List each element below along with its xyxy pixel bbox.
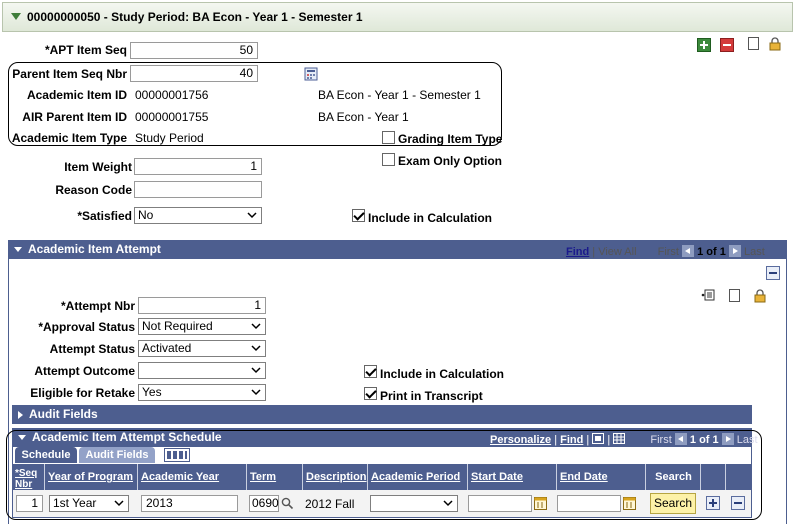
collapse-icon[interactable] — [11, 13, 21, 20]
exam-only-option-checkbox[interactable] — [382, 153, 395, 166]
chevron-down-icon — [251, 367, 261, 374]
eligible-retake-select[interactable]: Yes — [138, 384, 266, 401]
attempt-section-title: Academic Item Attempt — [28, 242, 161, 256]
eligible-retake-value: Yes — [142, 385, 162, 399]
print-in-transcript-checkbox[interactable] — [364, 387, 377, 400]
expand-triangle-icon — [18, 410, 23, 419]
lock-icon[interactable] — [753, 289, 767, 303]
chevron-down-icon — [247, 212, 257, 219]
attempt-nbr-label: *Attempt Nbr — [61, 299, 135, 313]
related-content-icon[interactable] — [701, 288, 715, 302]
print-in-transcript-label: Print in Transcript — [380, 389, 483, 403]
satisfied-label: *Satisfied — [77, 209, 132, 223]
collapse-triangle-icon — [14, 247, 22, 253]
notepad-icon[interactable] — [729, 289, 740, 302]
lock-icon[interactable] — [768, 37, 782, 51]
approval-status-value: Not Required — [142, 319, 213, 333]
eligible-retake-label: Eligible for Retake — [30, 386, 135, 400]
satisfied-select[interactable]: No — [134, 207, 262, 224]
highlight-box-schedule — [6, 430, 762, 520]
reason-code-input[interactable] — [134, 181, 262, 198]
attempt-last-label: Last — [743, 246, 765, 258]
audit-fields-title: Audit Fields — [29, 407, 98, 421]
item-weight-input[interactable]: 1 — [134, 158, 262, 175]
notepad-icon[interactable] — [748, 37, 759, 50]
exam-only-option-label: Exam Only Option — [398, 154, 503, 168]
chevron-down-icon — [251, 323, 261, 330]
attempt-find-link[interactable]: Find — [566, 246, 589, 258]
collapse-section-icon[interactable] — [766, 266, 780, 280]
include-in-calculation-label: Include in Calculation — [368, 211, 493, 225]
apt-item-seq-label: *APT Item Seq — [44, 43, 127, 57]
attempt-include-in-calculation-checkbox[interactable] — [364, 365, 377, 378]
audit-fields-header[interactable]: Audit Fields — [12, 405, 752, 424]
satisfied-value: No — [138, 208, 154, 222]
attempt-nbr-input[interactable]: 1 — [138, 297, 266, 314]
attempt-outcome-label: Attempt Outcome — [34, 364, 135, 378]
item-weight-label: Item Weight — [64, 160, 132, 174]
attempt-nav-bar: Find | View All First 1 of 1 Last — [566, 245, 765, 258]
page-title-bar: 00000000050 - Study Period: BA Econ - Ye… — [2, 2, 793, 32]
apt-item-seq-input[interactable]: 50 — [130, 42, 258, 59]
next-arrow-icon[interactable] — [728, 245, 741, 257]
approval-status-label: *Approval Status — [38, 320, 135, 334]
attempt-first-label: First — [657, 246, 679, 258]
attempt-row-count: 1 of 1 — [697, 246, 726, 258]
chevron-down-icon — [251, 345, 261, 352]
approval-status-select[interactable]: Not Required — [138, 318, 266, 335]
previous-arrow-icon[interactable] — [682, 245, 695, 257]
include-in-calculation-checkbox[interactable] — [352, 209, 365, 222]
attempt-status-label: Attempt Status — [49, 342, 135, 356]
highlight-box-item-ids — [8, 62, 502, 146]
add-row-icon[interactable] — [697, 38, 711, 52]
attempt-view-all: View All — [598, 246, 637, 258]
reason-code-label: Reason Code — [55, 183, 132, 197]
attempt-include-in-calculation-label: Include in Calculation — [380, 367, 505, 381]
delete-row-icon[interactable] — [720, 38, 734, 52]
chevron-down-icon — [251, 389, 261, 396]
attempt-status-value: Activated — [142, 341, 192, 355]
attempt-outcome-select[interactable] — [138, 362, 266, 379]
attempt-status-select[interactable]: Activated — [138, 340, 266, 357]
page-title: 00000000050 - Study Period: BA Econ - Ye… — [27, 10, 363, 24]
